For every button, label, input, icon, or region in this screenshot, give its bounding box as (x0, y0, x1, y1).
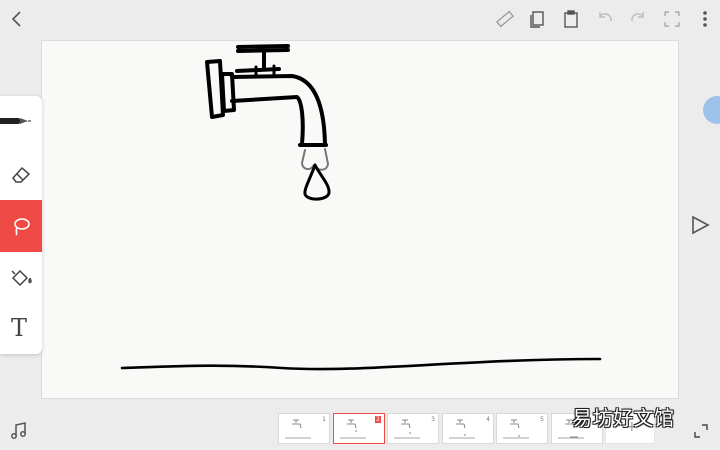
frame-thumbnail[interactable]: 1 (278, 413, 330, 444)
frame-thumbnail[interactable]: 4 (442, 413, 494, 444)
frame-number: 3 (431, 416, 435, 423)
fill-tool[interactable] (0, 252, 42, 304)
frame-thumbnail[interactable]: 5 (496, 413, 548, 444)
redo-icon[interactable] (627, 8, 649, 30)
back-icon[interactable] (6, 8, 28, 30)
frame-number: 1 (322, 416, 326, 423)
watermark: 易坊好文馆 (572, 406, 675, 430)
frame-number: 2 (375, 416, 381, 423)
text-tool-icon: T (11, 314, 28, 342)
ruler-icon[interactable] (494, 8, 516, 30)
undo-icon[interactable] (594, 8, 616, 30)
fullscreen-icon[interactable] (661, 8, 683, 30)
frame-number: 5 (540, 416, 544, 423)
expand-corner-icon[interactable] (690, 420, 712, 442)
pen-icon (0, 118, 31, 124)
lasso-tool[interactable] (0, 200, 42, 252)
music-icon[interactable] (8, 420, 30, 442)
text-tool[interactable]: T (0, 304, 42, 356)
eraser-tool[interactable] (0, 148, 42, 200)
pen-tool[interactable] (0, 96, 42, 148)
frame-number: 4 (486, 416, 490, 423)
frame-thumbnail[interactable]: 3 (387, 413, 439, 444)
play-icon[interactable] (688, 213, 712, 237)
frame-thumbnail-active[interactable]: 2 (333, 413, 385, 444)
eraser-icon (12, 166, 31, 183)
copy-frame-icon[interactable] (527, 8, 549, 30)
tool-panel: T (0, 96, 42, 354)
more-icon[interactable] (694, 8, 716, 30)
paint-bucket-icon (11, 269, 32, 287)
faucet-drawing (120, 44, 602, 371)
drawing-canvas[interactable] (41, 40, 679, 399)
assistant-bubble[interactable] (703, 96, 720, 124)
paste-frame-icon[interactable] (560, 8, 582, 30)
lasso-icon (14, 218, 30, 236)
